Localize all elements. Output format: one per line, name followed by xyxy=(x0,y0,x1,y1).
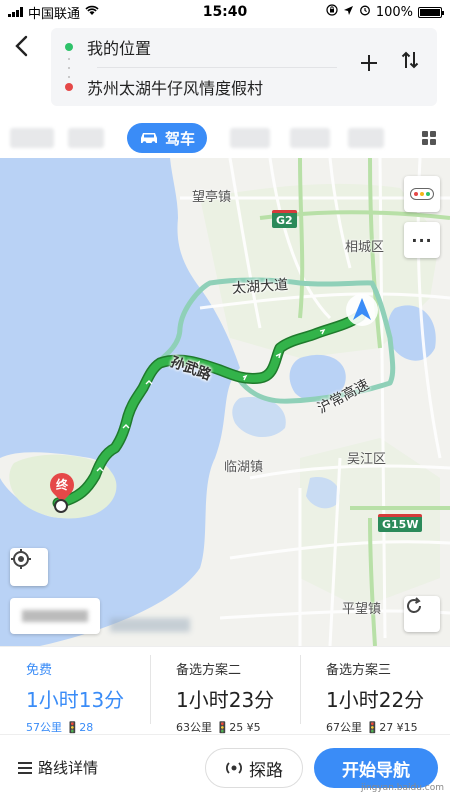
tab-driving[interactable]: 驾车 xyxy=(127,123,207,153)
end-point-icon xyxy=(54,499,68,513)
plan-time: 1小时22分 xyxy=(326,688,425,712)
radar-icon xyxy=(226,762,242,774)
rotation-lock-icon xyxy=(326,4,338,20)
bottom-bar: 路线详情 探路 开始导航 jingyan.baidu.com xyxy=(0,734,450,800)
map-label-wujiang: 吴江区 xyxy=(347,452,387,467)
blurred-info-card[interactable] xyxy=(10,598,100,634)
transport-mode-tabs: 驾车 xyxy=(0,120,450,158)
blurred-strip xyxy=(110,618,190,632)
car-icon xyxy=(140,133,157,145)
battery-percent: 100% xyxy=(375,4,413,20)
more-button[interactable]: ··· xyxy=(404,222,440,258)
map-canvas xyxy=(0,158,450,646)
end-marker-label: 终 xyxy=(55,478,68,492)
route-header: 我的位置 苏州太湖牛仔风情度假村 xyxy=(0,24,450,120)
tab-mode-6[interactable] xyxy=(348,128,384,148)
status-bar: 中国联通 15:40 100% xyxy=(0,0,450,24)
swap-icon xyxy=(401,51,419,69)
explore-label: 探路 xyxy=(249,760,283,781)
tab-mode-4[interactable] xyxy=(230,128,270,148)
plan-label: 免费 xyxy=(26,663,53,678)
locate-button[interactable] xyxy=(10,548,48,586)
explore-button[interactable]: 探路 xyxy=(205,748,303,788)
signal-icon xyxy=(8,7,23,17)
add-waypoint-button[interactable] xyxy=(359,50,379,80)
destination-label: 苏州太湖牛仔风情度假村 xyxy=(87,79,264,98)
ellipsis-icon: ··· xyxy=(411,230,433,250)
map-label-linhu: 临湖镇 xyxy=(224,460,264,475)
plan-meta: 67公里 🚦27 ¥15 xyxy=(326,721,418,734)
destination-marker[interactable]: 终 xyxy=(45,468,79,513)
road-label-taihu-avenue: 太湖大道 xyxy=(231,277,289,297)
tab-mode-2[interactable] xyxy=(68,128,104,148)
start-navigation-label: 开始导航 xyxy=(342,760,410,781)
route-details-label: 路线详情 xyxy=(38,759,99,777)
plus-icon xyxy=(361,55,377,71)
tab-mode-5[interactable] xyxy=(290,128,330,148)
highway-shield-g15w: G15W xyxy=(378,514,423,532)
plan-meta: 57公里 🚦28 xyxy=(26,721,94,734)
destination-dot-icon xyxy=(65,83,73,91)
origin-field[interactable]: 我的位置 xyxy=(51,28,151,66)
route-plans: 免费 1小时13分 57公里 🚦28 备选方案二 1小时23分 63公里 🚦25… xyxy=(0,646,450,734)
plan-option-1[interactable]: 免费 1小时13分 57公里 🚦28 xyxy=(0,647,150,734)
location-inputs: 我的位置 苏州太湖牛仔风情度假村 xyxy=(51,28,437,106)
list-icon xyxy=(18,761,32,774)
traffic-toggle-button[interactable] xyxy=(404,176,440,212)
chevron-left-icon xyxy=(15,35,28,57)
plan-label: 备选方案三 xyxy=(326,663,392,678)
crosshair-icon xyxy=(11,549,31,569)
back-button[interactable] xyxy=(12,34,38,60)
start-navigation-button[interactable]: 开始导航 xyxy=(314,748,438,788)
plan-option-2[interactable]: 备选方案二 1小时23分 63公里 🚦25 ¥5 xyxy=(150,647,300,734)
battery-icon xyxy=(418,6,444,18)
grid-icon[interactable] xyxy=(422,131,436,145)
plan-time: 1小时23分 xyxy=(176,688,275,712)
tab-driving-label: 驾车 xyxy=(164,129,195,148)
wifi-icon xyxy=(85,5,99,19)
carrier-label: 中国联通 xyxy=(28,6,81,22)
refresh-button[interactable] xyxy=(404,596,440,632)
plan-label: 备选方案二 xyxy=(176,663,242,678)
refresh-icon xyxy=(407,597,421,613)
route-details-button[interactable]: 路线详情 xyxy=(18,757,98,778)
location-arrow-icon xyxy=(343,5,354,20)
traffic-light-icon xyxy=(410,188,434,200)
plan-meta: 63公里 🚦25 ¥5 xyxy=(176,721,261,734)
origin-label: 我的位置 xyxy=(87,39,152,58)
map-label-xiangcheng: 相城区 xyxy=(345,240,385,255)
swap-button[interactable] xyxy=(401,50,419,75)
tab-mode-1[interactable] xyxy=(10,128,54,148)
map-label-pingwang: 平望镇 xyxy=(342,602,382,617)
map-label-wangting: 望亭镇 xyxy=(192,190,232,205)
highway-shield-g2: G2 xyxy=(272,210,297,228)
alarm-icon xyxy=(359,4,371,20)
origin-dot-icon xyxy=(65,43,73,51)
watermark: jingyan.baidu.com xyxy=(360,783,444,793)
plan-option-3[interactable]: 备选方案三 1小时22分 67公里 🚦27 ¥15 xyxy=(300,647,450,734)
destination-field[interactable]: 苏州太湖牛仔风情度假村 xyxy=(51,68,263,106)
plan-time: 1小时13分 xyxy=(26,688,125,712)
map-view[interactable]: 望亭镇 相城区 临湖镇 吴江区 平望镇 太湖大道 孙武路 沪常高速 G2 G15… xyxy=(0,158,450,646)
